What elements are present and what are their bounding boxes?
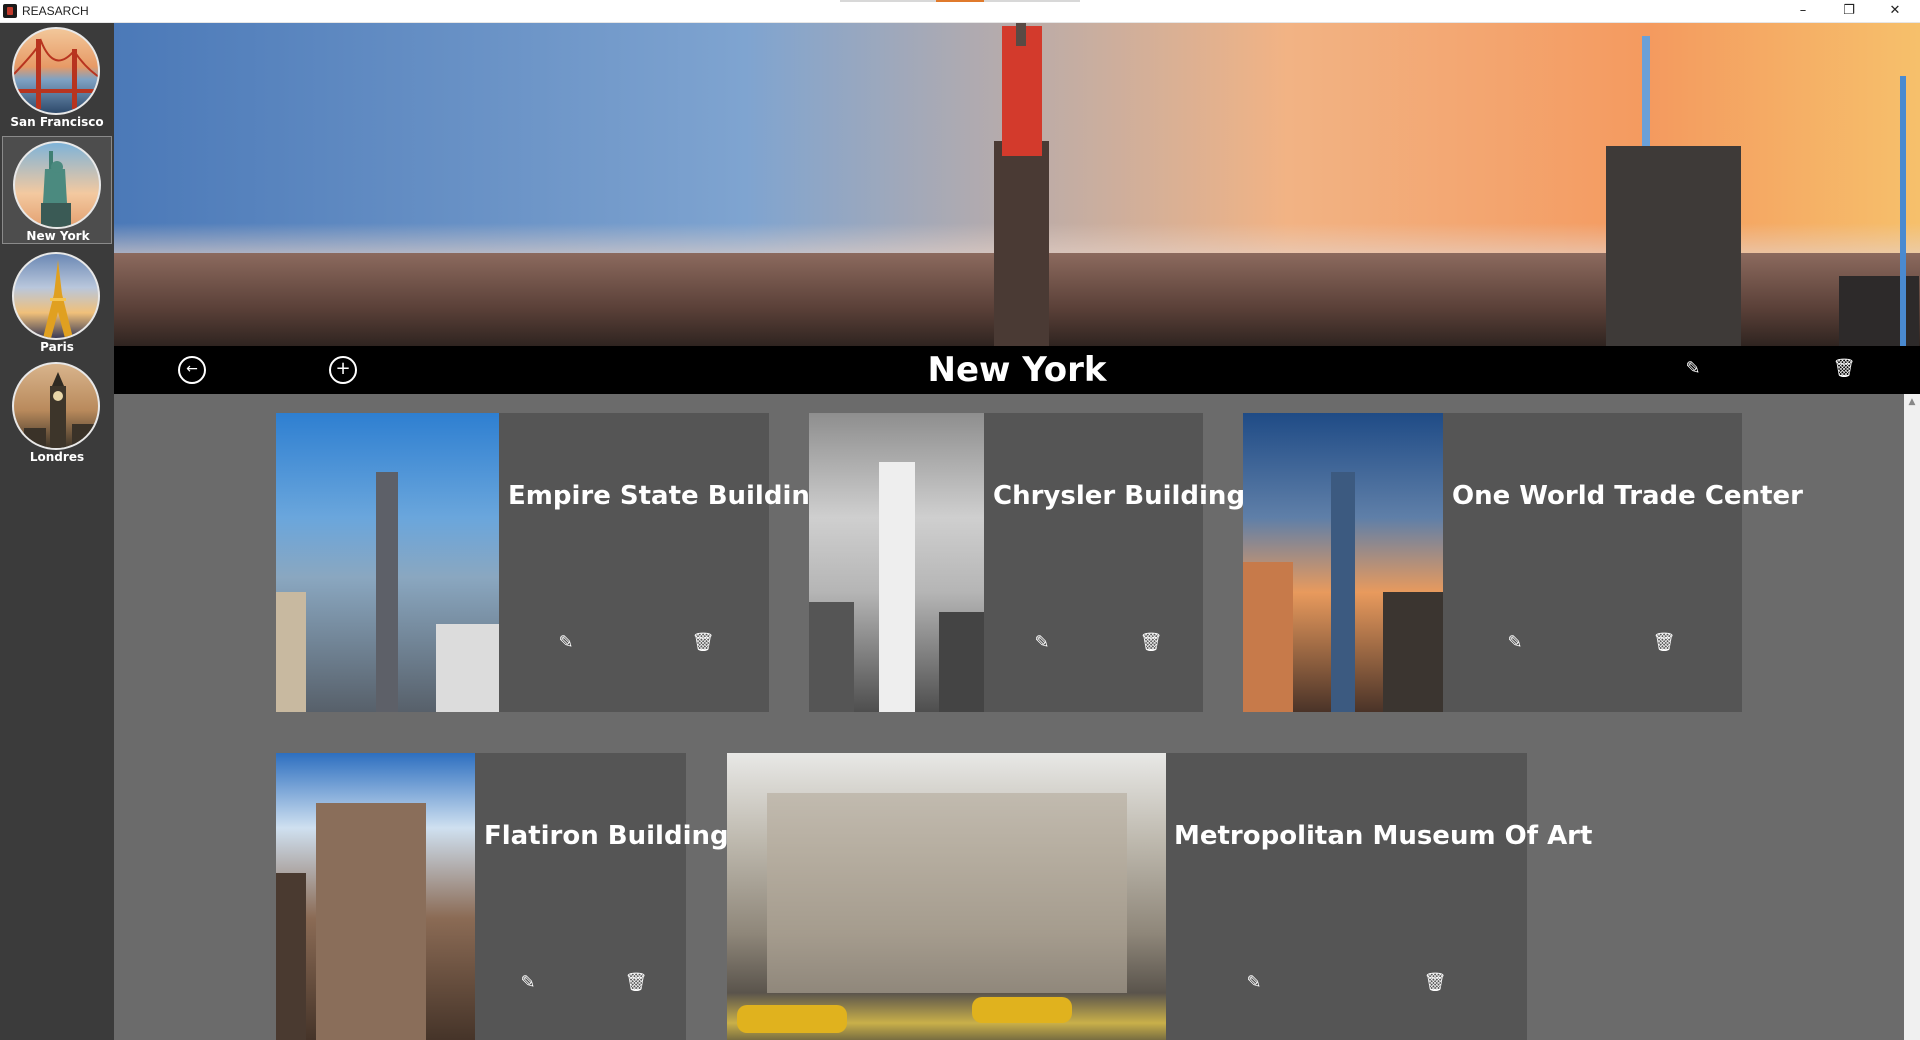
place-photo — [276, 413, 499, 712]
trash-icon[interactable]: 🗑 — [691, 631, 715, 655]
sidebar-item-label: Paris — [40, 340, 74, 354]
close-button[interactable]: ✕ — [1872, 0, 1918, 23]
big-ben-illustration — [24, 372, 94, 448]
place-photo — [1243, 413, 1443, 712]
place-title: Metropolitan Museum Of Art — [1174, 821, 1593, 851]
tower-shape — [1331, 472, 1355, 712]
edit-pencil-icon[interactable]: ✎ — [516, 971, 540, 995]
tower-shape — [939, 612, 984, 712]
place-title: Empire State Building — [508, 481, 829, 511]
title-bar: REASARCH – ❐ ✕ — [0, 0, 1920, 23]
place-title: One World Trade Center — [1452, 481, 1803, 511]
place-photo — [809, 413, 984, 712]
tower-shape — [809, 602, 854, 712]
golden-gate-icon — [12, 27, 100, 115]
page-title: New York — [927, 350, 1107, 390]
tower-shape — [1243, 562, 1293, 712]
golden-gate-illustration — [14, 38, 98, 109]
trash-icon[interactable]: 🗑 — [624, 971, 648, 995]
place-card-chrysler-building[interactable]: Chrysler Building ✎ 🗑 — [809, 413, 1245, 712]
place-card-metropolitan-museum-of-art[interactable]: Metropolitan Museum Of Art ✎ 🗑 — [727, 753, 1592, 1040]
vertical-scrollbar[interactable]: ▲ — [1904, 394, 1920, 1040]
place-card-empire-state-building[interactable]: Empire State Building ✎ 🗑 — [276, 413, 829, 712]
tower-shape — [1839, 276, 1919, 346]
place-card-flatiron-building[interactable]: Flatiron Building ✎ 🗑 — [276, 753, 729, 1040]
place-photo — [727, 753, 1166, 1040]
tower-shape — [276, 873, 306, 1040]
loading-bar-segment — [936, 0, 984, 2]
restore-button[interactable]: ❐ — [1826, 0, 1872, 23]
edit-pencil-icon[interactable]: ✎ — [554, 631, 578, 655]
trash-icon[interactable]: 🗑 — [1423, 971, 1447, 995]
city-banner-image — [114, 23, 1920, 346]
place-card-one-world-trade-center[interactable]: One World Trade Center ✎ 🗑 — [1243, 413, 1803, 712]
eiffel-tower-illustration — [43, 260, 73, 338]
sidebar-item-paris[interactable]: Paris — [2, 248, 112, 356]
big-ben-icon — [12, 362, 100, 450]
toolbar: ← + New York ✎ 🗑 — [114, 346, 1920, 394]
tower-shape — [1606, 146, 1741, 346]
minimize-button[interactable]: – — [1780, 0, 1826, 23]
statue-of-liberty-icon — [13, 141, 101, 229]
loading-bar — [840, 0, 1080, 2]
app-icon — [3, 4, 17, 18]
tower-shape — [276, 592, 306, 712]
trash-icon[interactable]: 🗑 — [1139, 631, 1163, 655]
spire-shape — [1900, 76, 1906, 346]
sidebar-item-label: San Francisco — [10, 115, 104, 129]
taxi-shape — [737, 1005, 847, 1033]
place-title: Chrysler Building — [993, 481, 1246, 511]
edit-pencil-icon[interactable]: ✎ — [1030, 631, 1054, 655]
building-facade — [767, 793, 1127, 993]
tower-shape — [436, 624, 499, 712]
tower-shape — [879, 462, 915, 712]
tower-shape — [316, 803, 426, 1040]
places-grid: Empire State Building ✎ 🗑 Chrysler Build… — [114, 394, 1904, 1040]
trash-icon[interactable]: 🗑 — [1830, 356, 1858, 384]
eiffel-tower-icon — [12, 252, 100, 340]
empire-state-building-shape — [994, 141, 1049, 346]
edit-pencil-icon[interactable]: ✎ — [1679, 356, 1707, 384]
tower-shape — [376, 472, 398, 712]
tower-shape — [1383, 592, 1443, 712]
empire-state-antenna — [1016, 23, 1026, 46]
spire-shape — [1642, 36, 1650, 146]
sidebar-item-san-francisco[interactable]: San Francisco — [2, 23, 112, 131]
edit-pencil-icon[interactable]: ✎ — [1242, 971, 1266, 995]
place-title: Flatiron Building — [484, 821, 729, 851]
sidebar-item-label: Londres — [29, 450, 85, 464]
sidebar: San Francisco New York Paris Londres — [0, 23, 114, 1040]
trash-icon[interactable]: 🗑 — [1652, 631, 1676, 655]
sidebar-item-londres[interactable]: Londres — [2, 358, 112, 466]
sidebar-item-label: New York — [26, 229, 90, 243]
place-photo — [276, 753, 475, 1040]
scroll-up-arrow-icon[interactable]: ▲ — [1904, 394, 1920, 410]
app-title: REASARCH — [22, 4, 89, 18]
sidebar-item-new-york[interactable]: New York — [2, 136, 112, 244]
taxi-shape — [972, 997, 1072, 1023]
statue-of-liberty-illustration — [41, 151, 71, 227]
edit-pencil-icon[interactable]: ✎ — [1503, 631, 1527, 655]
